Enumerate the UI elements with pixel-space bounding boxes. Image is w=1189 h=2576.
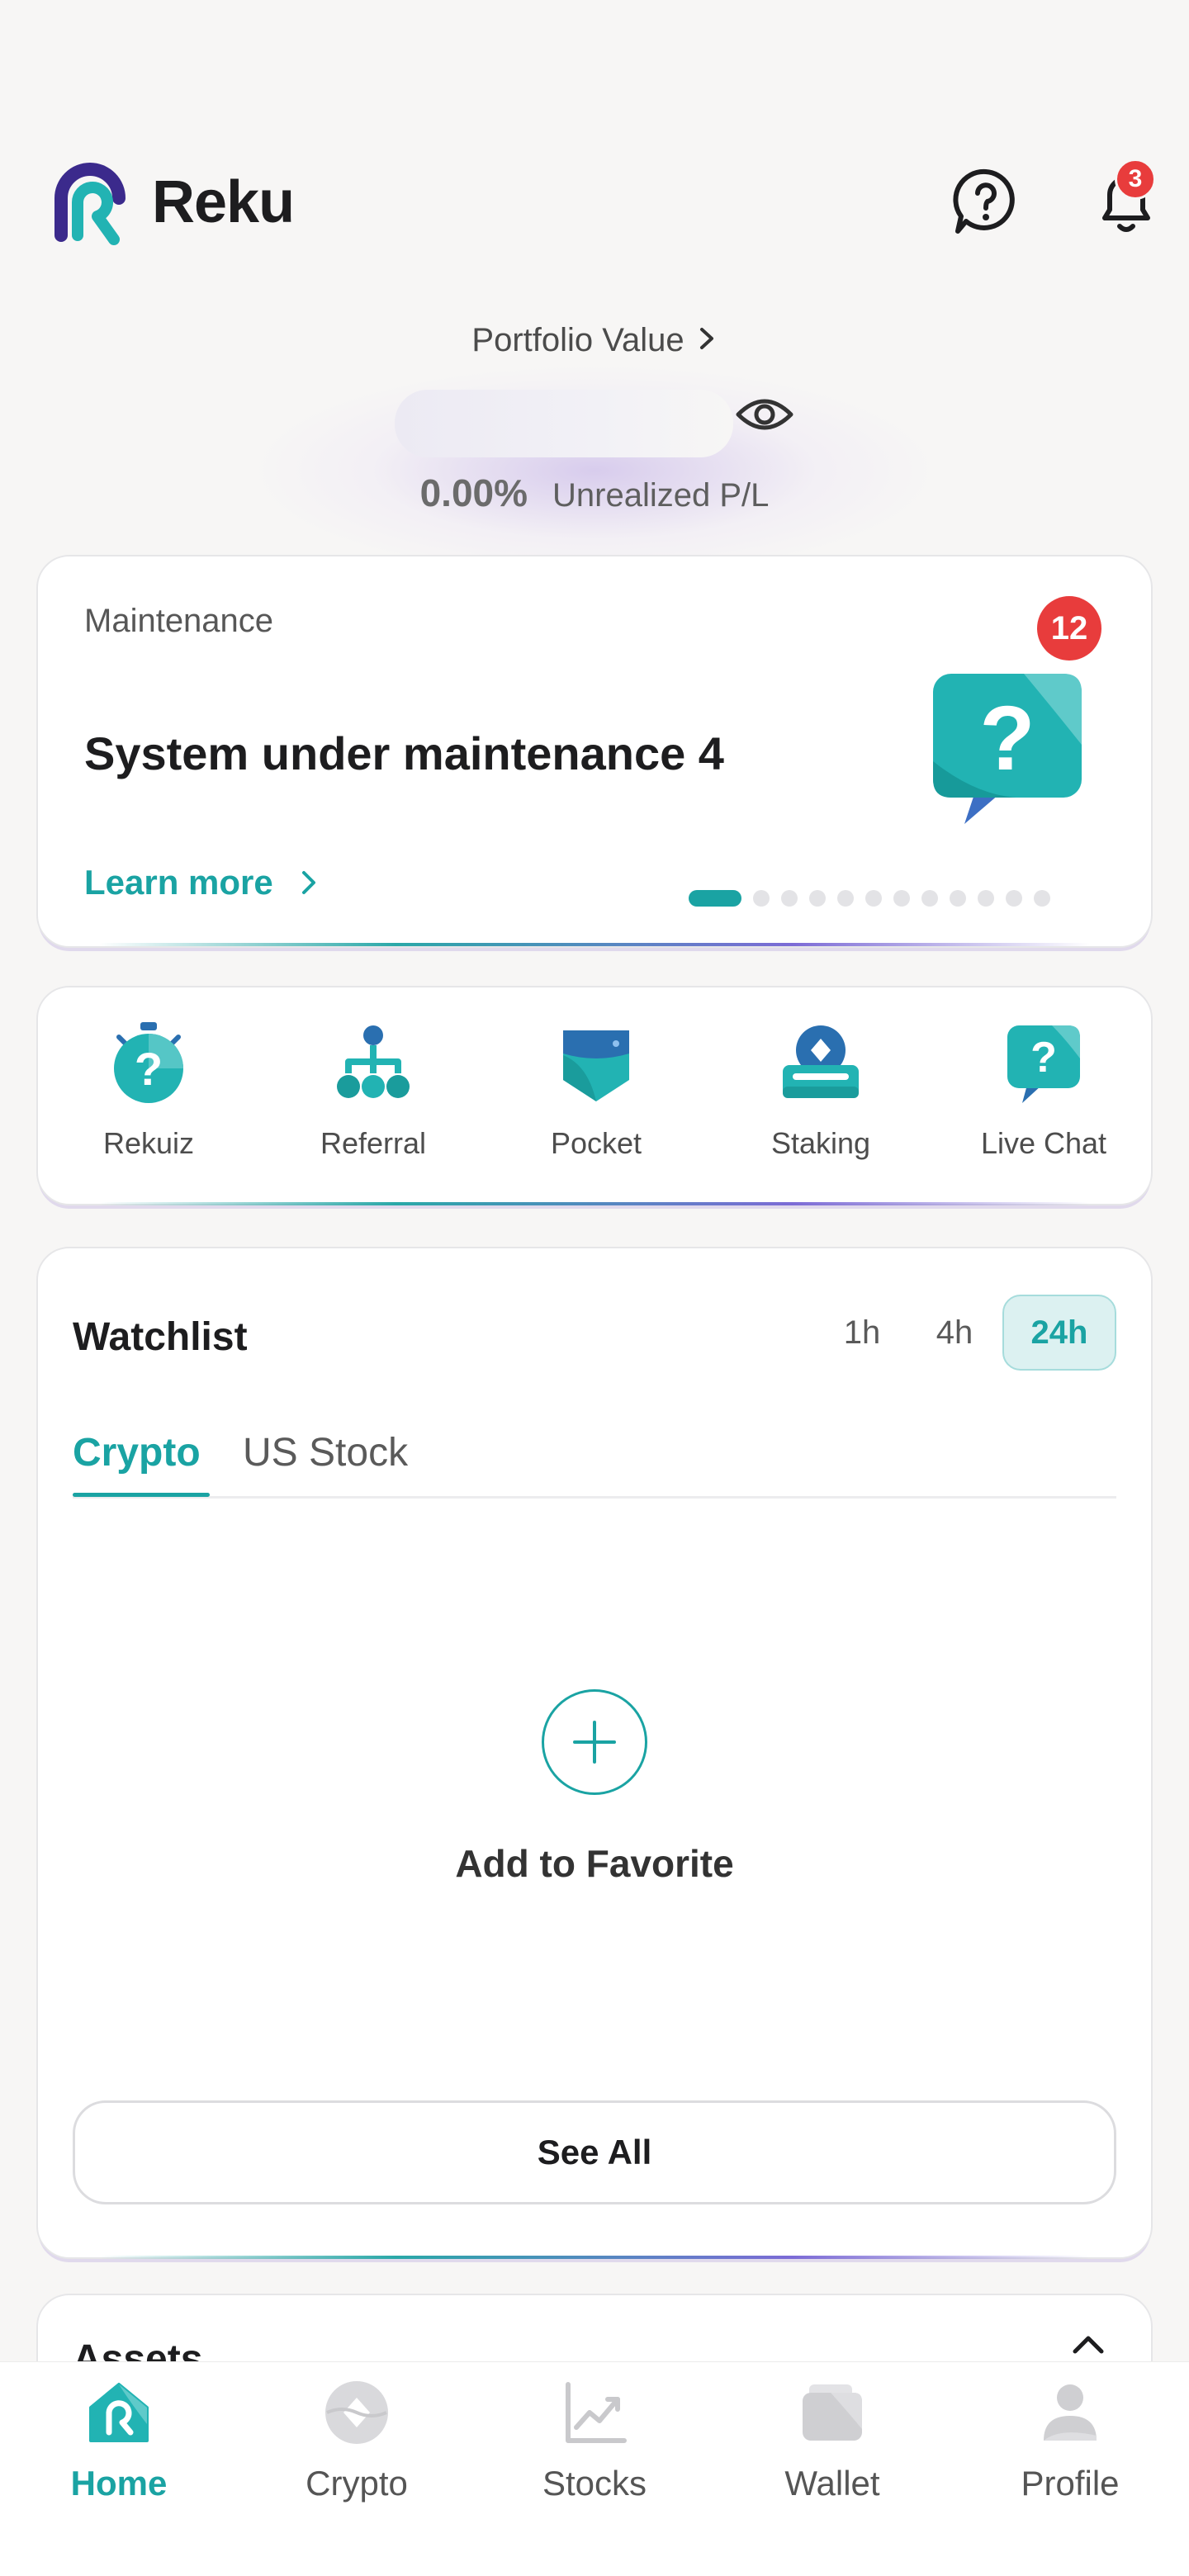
quick-menu-referral[interactable]: Referral	[291, 1022, 456, 1161]
eye-icon[interactable]	[733, 390, 796, 439]
timeframe-24h[interactable]: 24h	[1002, 1295, 1116, 1371]
add-favorite-label: Add to Favorite	[455, 1842, 734, 1885]
svg-text:?: ?	[979, 688, 1035, 789]
nav-label: Home	[70, 2464, 168, 2503]
banner-title: System under maintenance 4	[84, 727, 724, 779]
plus-icon	[573, 1721, 616, 1764]
pagination-dot[interactable]	[689, 890, 741, 907]
nav-profile[interactable]: Profile	[951, 2378, 1189, 2503]
quick-menu-rekuiz[interactable]: ? Rekuiz	[66, 1022, 231, 1161]
stopwatch-question-icon: ?	[114, 1022, 183, 1103]
tab-divider	[73, 1496, 1116, 1499]
nav-label: Wallet	[784, 2464, 880, 2503]
nav-label: Crypto	[306, 2464, 408, 2503]
svg-text:?: ?	[135, 1043, 163, 1095]
pocket-icon	[563, 1030, 629, 1101]
pagination-dot[interactable]	[865, 890, 882, 907]
portfolio-value-link[interactable]: Portfolio Value	[0, 322, 1189, 359]
nav-home[interactable]: Home	[0, 2378, 238, 2503]
banner-label: Maintenance	[84, 603, 274, 639]
quick-menu-label: Staking	[770, 1126, 871, 1160]
quick-menu-live-chat[interactable]: ? Live Chat	[961, 1022, 1126, 1161]
pagination-dot[interactable]	[978, 890, 994, 907]
pagination-dot[interactable]	[753, 890, 770, 907]
nav-wallet[interactable]: Wallet	[713, 2378, 951, 2503]
notification-badge: 3	[1115, 159, 1156, 200]
banner-pagination[interactable]	[689, 890, 1050, 907]
staking-coin-icon	[783, 1025, 859, 1098]
svg-text:?: ?	[1030, 1034, 1057, 1082]
nav-label: Stocks	[542, 2464, 647, 2503]
brand-name: Reku	[152, 169, 295, 235]
tab-us-stock[interactable]: US Stock	[243, 1430, 408, 1475]
tab-active-indicator	[73, 1493, 210, 1497]
quick-menu-staking[interactable]: Staking	[738, 1022, 903, 1161]
quick-menu-pocket[interactable]: Pocket	[514, 1022, 679, 1161]
add-favorite-button[interactable]	[542, 1689, 647, 1795]
wallet-icon	[803, 2384, 862, 2441]
pagination-dot[interactable]	[1006, 890, 1022, 907]
banner-count-badge: 12	[1037, 596, 1101, 661]
quick-menu-accent-line	[99, 1202, 1090, 1205]
question-bubble-illustration: ?	[933, 674, 1082, 824]
chevron-right-icon	[301, 871, 315, 894]
see-all-button[interactable]: See All	[73, 2100, 1116, 2204]
pagination-dot[interactable]	[950, 890, 966, 907]
timeframe-4h[interactable]: 4h	[921, 1295, 988, 1371]
pagination-dot[interactable]	[893, 890, 910, 907]
profile-icon	[1044, 2384, 1097, 2441]
portfolio-value-hidden	[395, 390, 733, 457]
pagination-dot[interactable]	[809, 890, 826, 907]
network-tree-icon	[337, 1025, 410, 1098]
nav-stocks[interactable]: Stocks	[476, 2378, 713, 2503]
pagination-dot[interactable]	[781, 890, 798, 907]
reku-logo-icon	[54, 163, 126, 245]
learn-more-link[interactable]: Learn more	[84, 863, 320, 902]
live-chat-icon: ?	[1007, 1025, 1080, 1103]
tab-crypto[interactable]: Crypto	[73, 1430, 201, 1475]
quick-menu-label: Live Chat	[980, 1126, 1107, 1160]
portfolio-value-title: Portfolio Value	[471, 322, 685, 358]
pagination-dot[interactable]	[1034, 890, 1050, 907]
watchlist-title: Watchlist	[73, 1315, 248, 1359]
pagination-dot[interactable]	[921, 890, 938, 907]
chevron-right-icon	[696, 322, 718, 359]
unrealized-pl: 0.00% Unrealized P/L	[0, 471, 1189, 515]
crypto-coin-icon	[325, 2381, 388, 2444]
chevron-up-icon[interactable]	[1068, 2328, 1108, 2361]
timeframe-1h[interactable]: 1h	[829, 1295, 895, 1371]
pagination-dot[interactable]	[837, 890, 854, 907]
learn-more-label: Learn more	[84, 863, 273, 902]
banner-accent-line	[99, 943, 1090, 946]
quick-menu-label: Referral	[320, 1126, 427, 1160]
nav-label: Profile	[1021, 2464, 1120, 2503]
stocks-chart-icon	[566, 2382, 627, 2443]
home-icon	[89, 2383, 149, 2442]
quick-menu-label: Rekuiz	[102, 1126, 195, 1160]
quick-menu-label: Pocket	[550, 1126, 642, 1160]
pl-percent: 0.00%	[419, 471, 528, 514]
watchlist-accent-line	[99, 2256, 1090, 2259]
help-chat-icon[interactable]	[946, 162, 1026, 241]
pl-label: Unrealized P/L	[552, 477, 770, 514]
nav-crypto[interactable]: Crypto	[238, 2378, 476, 2503]
brand-logo: Reku	[45, 157, 295, 248]
